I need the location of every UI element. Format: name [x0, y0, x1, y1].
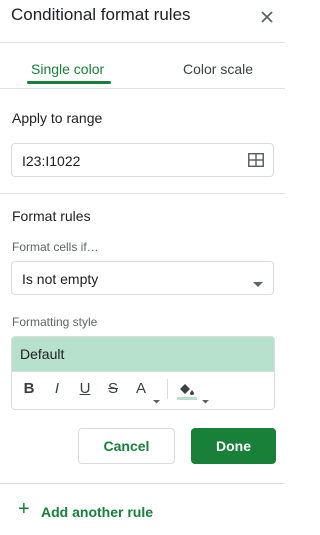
- format-rules-heading: Format rules: [12, 208, 91, 224]
- plus-icon: +: [18, 498, 30, 520]
- condition-label: Format cells if…: [12, 240, 99, 254]
- apply-to-range-heading: Apply to range: [12, 110, 103, 126]
- underline-button[interactable]: U: [76, 377, 94, 401]
- bold-button[interactable]: B: [20, 377, 38, 401]
- toolbar-divider: [167, 379, 168, 399]
- condition-select[interactable]: Is not empty: [11, 261, 274, 295]
- italic-button[interactable]: I: [48, 377, 66, 401]
- range-input[interactable]: I23:I1022: [11, 143, 274, 177]
- condition-value: Is not empty: [22, 271, 99, 287]
- text-color-button[interactable]: A: [132, 377, 150, 401]
- style-preview-text: Default: [20, 346, 65, 362]
- tab-color-scale[interactable]: Color scale: [183, 61, 253, 77]
- strikethrough-button[interactable]: S: [104, 377, 122, 401]
- active-tab-indicator: [27, 81, 111, 84]
- add-rule-label: Add another rule: [41, 504, 154, 520]
- fill-color-caret-icon: [202, 391, 209, 409]
- formatting-style-box: Default B I U S A: [11, 336, 275, 410]
- section-divider: [0, 193, 285, 194]
- cancel-button[interactable]: Cancel: [78, 428, 175, 464]
- close-icon[interactable]: [256, 6, 278, 28]
- done-button[interactable]: Done: [191, 428, 276, 464]
- dropdown-caret-icon: [253, 275, 263, 293]
- header-divider: [0, 42, 285, 43]
- style-separator: [12, 371, 274, 372]
- range-value: I23:I1022: [22, 153, 81, 169]
- text-color-caret-icon: [153, 391, 160, 409]
- style-preview[interactable]: Default: [12, 337, 274, 371]
- footer-divider: [0, 483, 285, 484]
- tab-single-color[interactable]: Single color: [31, 61, 104, 77]
- tabs-divider: [0, 88, 285, 89]
- panel-title: Conditional format rules: [11, 5, 191, 24]
- grid-select-icon[interactable]: [248, 153, 264, 172]
- formatting-style-label: Formatting style: [12, 315, 98, 329]
- fill-color-icon[interactable]: [177, 380, 199, 405]
